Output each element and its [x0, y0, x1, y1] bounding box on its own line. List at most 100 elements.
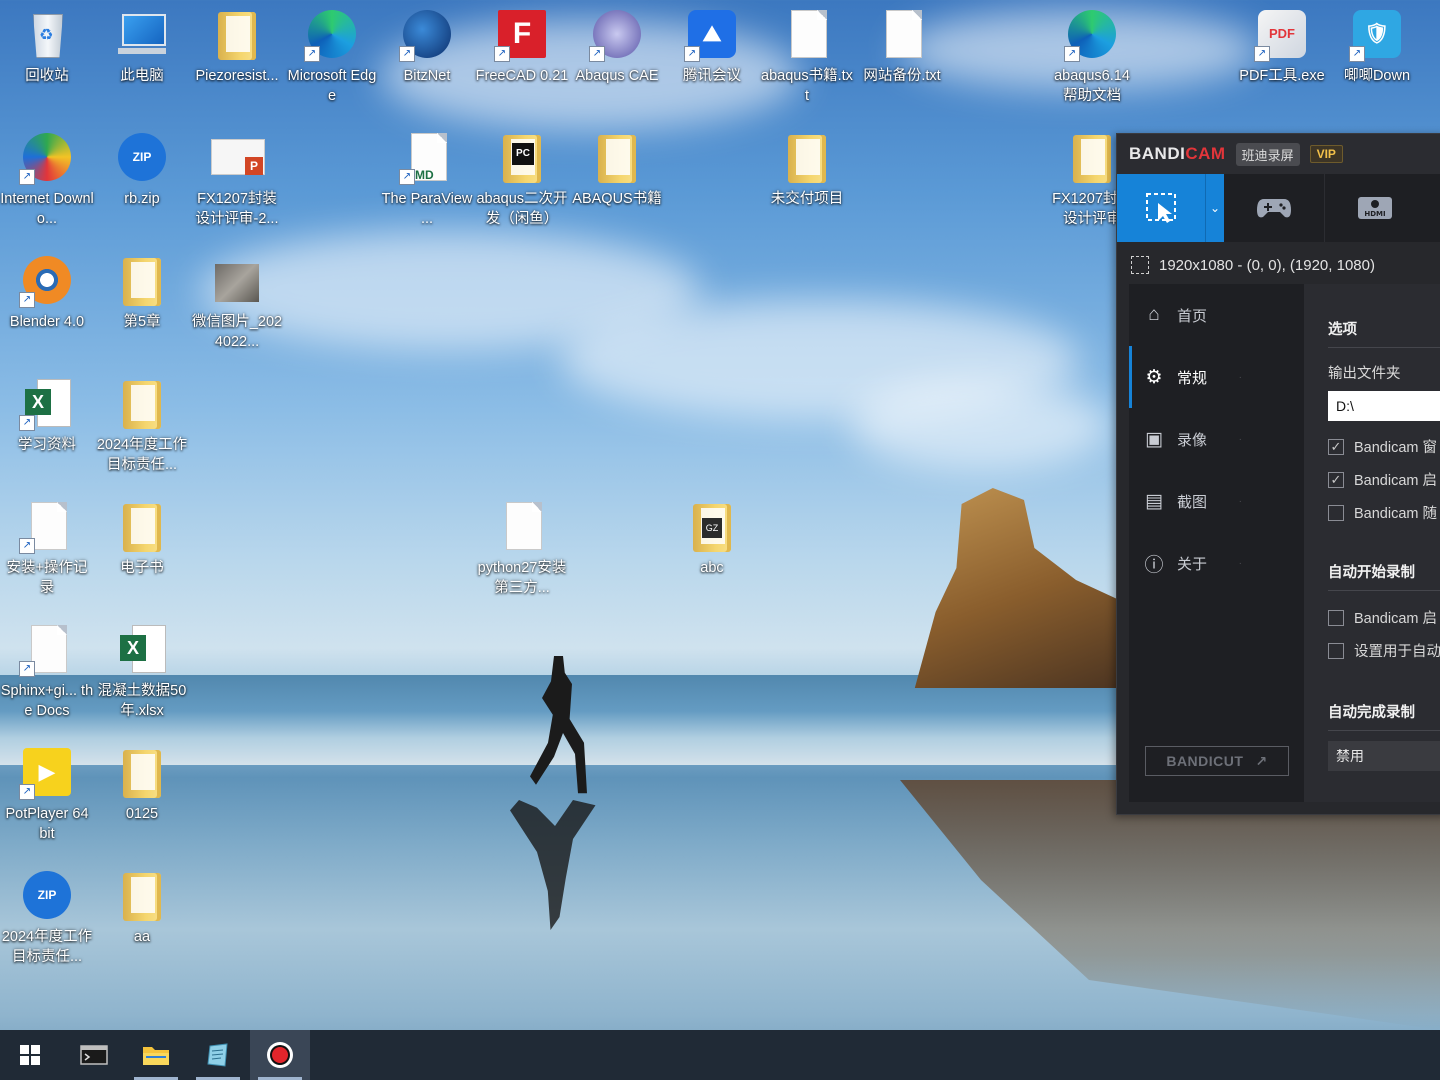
desktop-icon-0125[interactable]: 0125: [95, 744, 189, 824]
potplayer-icon: ▶ ↗: [19, 744, 75, 800]
shortcut-arrow-icon: ↗: [19, 415, 35, 431]
desktop-icon-abaqus-dev[interactable]: PC abaqus二次开发（闲鱼）: [475, 129, 569, 229]
desktop-icon-abaqus-books[interactable]: ABAQUS书籍: [570, 129, 664, 209]
pdf-tool-icon: PDF ↗: [1254, 6, 1310, 62]
zip-icon: ZIP: [19, 867, 75, 923]
folder-icon: [114, 867, 170, 923]
desktop-icon-bitznet[interactable]: ↗ BitzNet: [380, 6, 474, 86]
text-file-icon: [494, 498, 550, 554]
vip-badge[interactable]: VIP: [1309, 145, 1343, 163]
screen-rectangle-mode-button[interactable]: [1117, 174, 1205, 242]
desktop-icon-pdf-tool[interactable]: PDF ↗ PDF工具.exe: [1235, 6, 1329, 86]
desktop-icon-microsoft-edge[interactable]: ↗ Microsoft Edge: [285, 6, 379, 106]
desktop-icon-python27-install[interactable]: python27安装第三方...: [475, 498, 569, 598]
mode-dropdown-button[interactable]: ⌄: [1205, 174, 1224, 242]
desktop-icon-label: abaqus书籍.txt: [761, 68, 853, 104]
settings-sidebar: ⌂ 首页 ⚙ 常规 · ▣ 录像 · ▤ 截图 · ⓘ 关于 · BANDICU…: [1129, 284, 1304, 802]
option-checkbox-3[interactable]: Bandicam 随: [1328, 496, 1440, 529]
output-folder-label: 输出文件夹: [1328, 366, 1401, 382]
desktop-icon-label: Blender 4.0: [9, 314, 85, 330]
desktop-icon-label: aa: [133, 929, 151, 945]
desktop-icon-label: FreeCAD 0.21: [475, 68, 569, 84]
bandicut-button[interactable]: BANDICUT ↗: [1145, 746, 1289, 776]
markdown-icon: MD ↗: [399, 129, 455, 185]
desktop-icon-abaqus-cae[interactable]: ↗ Abaqus CAE: [570, 6, 664, 86]
nav-label: 录像: [1177, 431, 1208, 449]
start-button[interactable]: [0, 1030, 60, 1080]
desktop-icon-abaqus-books-txt[interactable]: abaqus书籍.txt: [760, 6, 854, 106]
desktop-icon-undelivered-projects[interactable]: 未交付项目: [760, 129, 854, 209]
desktop-icon-install-notes[interactable]: ↗ 安装+操作记录: [0, 498, 94, 598]
game-mode-button[interactable]: [1224, 174, 1325, 242]
desktop-icon-paraview-md[interactable]: MD ↗ The ParaView ...: [380, 129, 474, 229]
desktop-icon-potplayer[interactable]: ▶ ↗ PotPlayer 64 bit: [0, 744, 94, 844]
desktop-icon-abc[interactable]: GZ abc: [665, 498, 759, 578]
hdmi-mode-button[interactable]: HDMI: [1325, 174, 1425, 242]
desktop-icon-wechat-image[interactable]: 微信图片_2024022...: [190, 252, 284, 352]
desktop-icon-fx1207-pptx[interactable]: P FX1207封装设计评审-2...: [190, 129, 284, 229]
desktop-icon-piezoresist[interactable]: Piezoresist...: [190, 6, 284, 86]
folder-icon: [114, 252, 170, 308]
nav-video[interactable]: ▣ 录像 ·: [1129, 408, 1304, 470]
rectangle-select-icon: [1146, 193, 1176, 223]
folder-icon: [143, 1047, 169, 1065]
freecad-icon: F ↗: [494, 6, 550, 62]
auto-start-checkbox-1[interactable]: Bandicam 启: [1328, 601, 1440, 634]
pycharm-icon: PC: [494, 129, 550, 185]
desktop-icon-concrete-data-xlsx[interactable]: X 混凝土数据50年.xlsx: [95, 621, 189, 721]
nav-label: 常规: [1177, 369, 1208, 387]
svg-text:HDMI: HDMI: [1364, 210, 1385, 218]
desktop-icon-label: Internet Downlo...: [0, 191, 94, 227]
desktop-icon-label: rb.zip: [124, 191, 160, 207]
record-icon: [267, 1042, 293, 1068]
desktop-icon-site-backup-txt[interactable]: 网站备份.txt: [855, 6, 949, 86]
desktop-icon-tencent-meeting[interactable]: ⛰ ↗ 腾讯会议: [665, 6, 759, 86]
desktop-icon-chapter5[interactable]: 第5章: [95, 252, 189, 332]
notepad-icon: [207, 1043, 228, 1067]
desktop-icon-abaqus-help[interactable]: ↗ abaqus6.14 帮助文档: [1045, 6, 1139, 106]
desktop-icon-label: 唧唧Down: [1343, 68, 1411, 84]
video-settings-icon: ▣: [1145, 428, 1163, 450]
nav-general[interactable]: ⚙ 常规 ·: [1129, 346, 1304, 408]
desktop-icon-jijidown[interactable]: 🛡 ↗ 唧唧Down: [1330, 6, 1424, 86]
desktop-icon-2024-goals-folder[interactable]: 2024年度工作目标责任...: [95, 375, 189, 475]
desktop-icon-2024-goals-zip[interactable]: ZIP 2024年度工作目标责任...: [0, 867, 94, 967]
desktop-icon-sphinx-docs[interactable]: ↗ Sphinx+gi... the Docs: [0, 621, 94, 721]
recording-mode-bar: ⌄ HDMI: [1117, 174, 1440, 242]
desktop-icon-blender[interactable]: ↗ Blender 4.0: [0, 252, 94, 332]
taskbar-bandicam-app[interactable]: [250, 1030, 310, 1080]
desktop-icon-label: PotPlayer 64 bit: [5, 806, 89, 842]
auto-start-checkbox-2[interactable]: 设置用于自动: [1328, 634, 1440, 667]
auto-finish-select[interactable]: 禁用: [1328, 741, 1440, 771]
taskbar-file-explorer-app[interactable]: [126, 1030, 186, 1080]
nav-home[interactable]: ⌂ 首页: [1129, 284, 1304, 346]
nav-about[interactable]: ⓘ 关于 ·: [1129, 532, 1304, 594]
text-file-icon: [779, 6, 835, 62]
desktop-icon-this-pc[interactable]: 此电脑: [95, 6, 189, 86]
shortcut-arrow-icon: ↗: [19, 661, 35, 677]
shortcut-arrow-icon: ↗: [399, 169, 415, 185]
terminal-icon: [80, 1045, 108, 1065]
desktop-icon-recycle-bin[interactable]: ♻ 回收站: [0, 6, 94, 86]
option-checkbox-2[interactable]: ✓ Bandicam 启: [1328, 463, 1440, 496]
desktop-icon-label: 2024年度工作目标责任...: [1, 929, 93, 965]
desktop-icon-ebooks[interactable]: 电子书: [95, 498, 189, 578]
desktop-icon-study-materials[interactable]: X ↗ 学习资料: [0, 375, 94, 455]
taskbar-terminal-app[interactable]: [64, 1030, 124, 1080]
nav-label: 截图: [1177, 493, 1208, 511]
folder-icon: [209, 6, 265, 62]
desktop-icon-rb-zip[interactable]: ZIP rb.zip: [95, 129, 189, 209]
folder-icon: [589, 129, 645, 185]
desktop-icon-label: Abaqus CAE: [575, 68, 659, 84]
desktop-icon-idm[interactable]: ↗ Internet Downlo...: [0, 129, 94, 229]
resolution-row[interactable]: 1920x1080 - (0, 0), (1920, 1080): [1117, 242, 1440, 288]
shortcut-arrow-icon: ↗: [399, 46, 415, 62]
desktop-icon-aa[interactable]: aa: [95, 867, 189, 947]
option-checkbox-1[interactable]: ✓ Bandicam 窗: [1328, 430, 1440, 463]
output-folder-field[interactable]: D:\: [1328, 391, 1440, 421]
home-icon: ⌂: [1148, 304, 1160, 325]
desktop-icon-freecad[interactable]: F ↗ FreeCAD 0.21: [475, 6, 569, 86]
bandicam-titlebar[interactable]: BANDICAM 班迪录屏 VIP: [1117, 134, 1440, 174]
taskbar-notes-app[interactable]: [188, 1030, 248, 1080]
nav-screenshot[interactable]: ▤ 截图 ·: [1129, 470, 1304, 532]
